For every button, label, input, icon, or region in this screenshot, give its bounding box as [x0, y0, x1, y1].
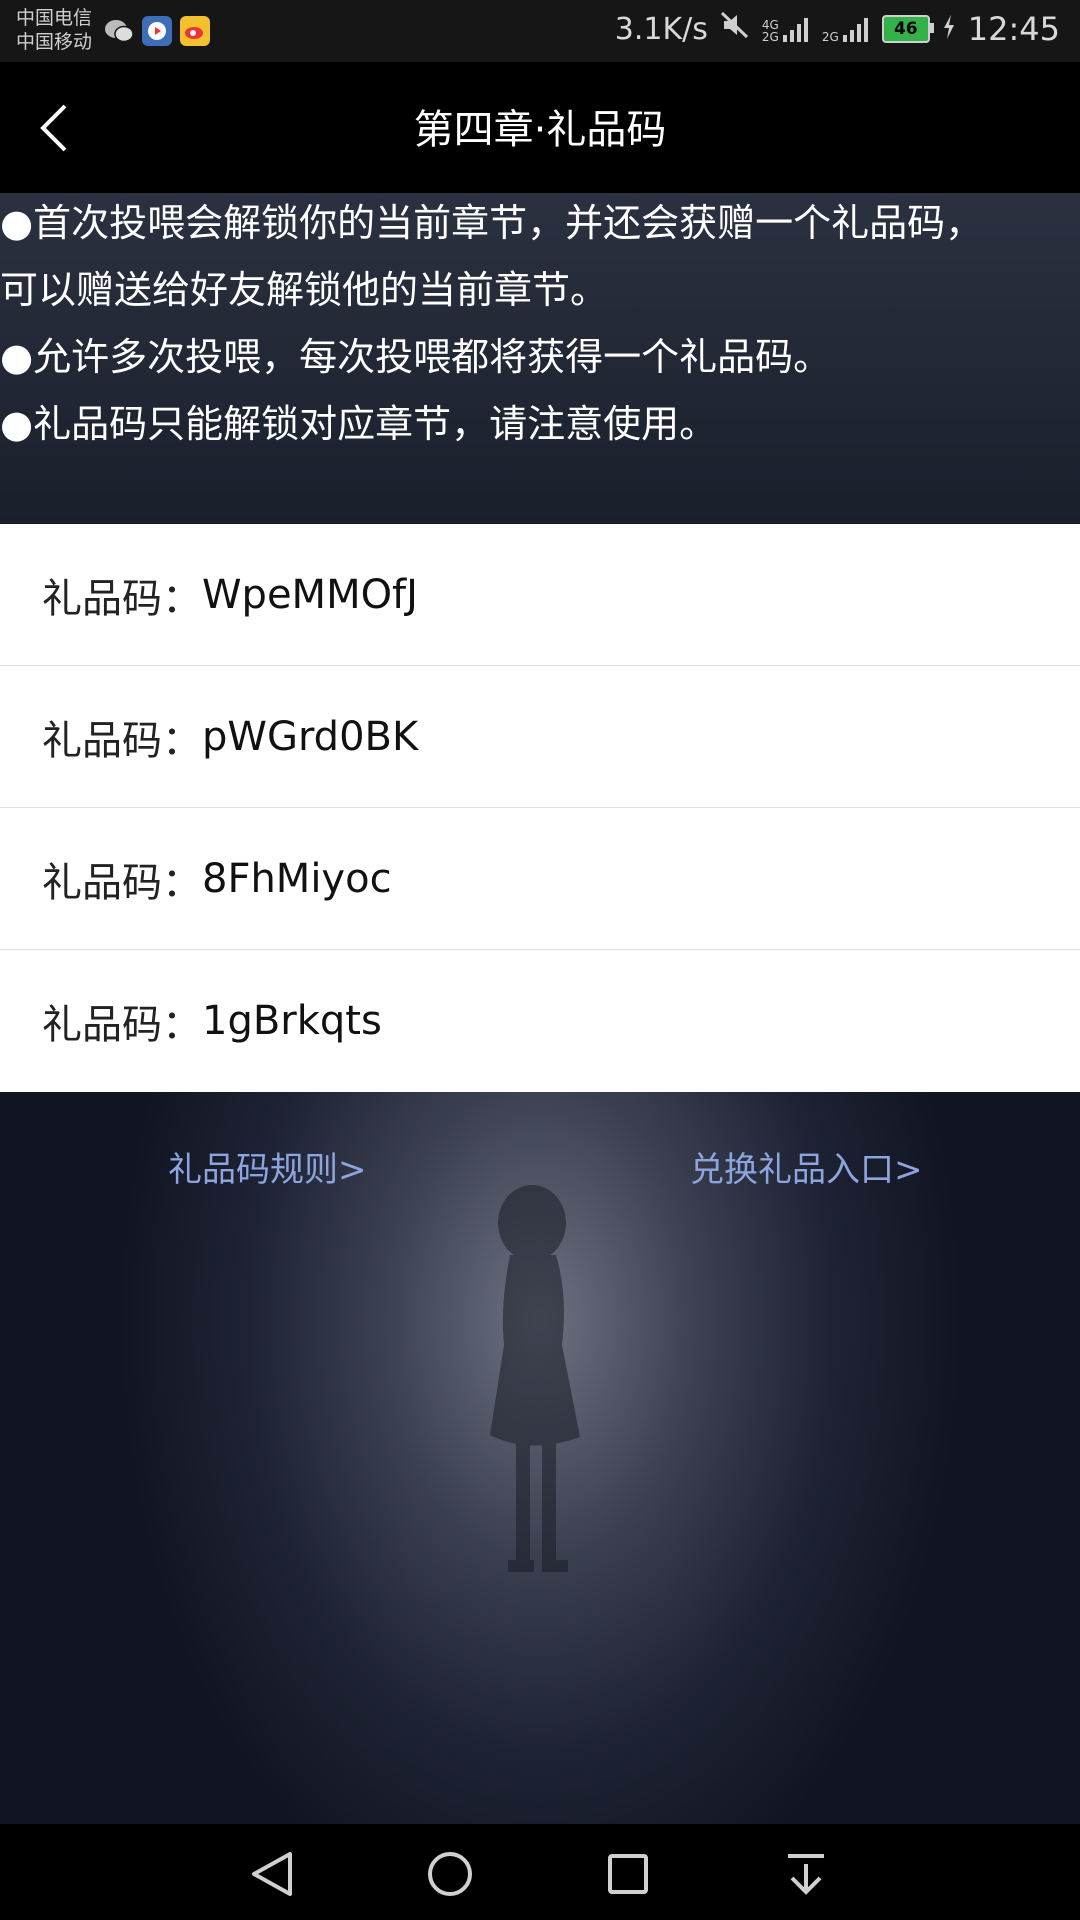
gift-code-row[interactable]: 礼品码： 8FhMiyoc [0, 808, 1080, 950]
carrier-2: 中国移动 [16, 31, 93, 53]
rules-list: ●首次投喂会解锁你的当前章节，并还会获赠一个礼品码，可以赠送给好友解锁他的当前章… [0, 190, 1040, 458]
signal-2-icon: 2G [822, 15, 870, 43]
redeem-gift-link[interactable]: 兑换礼品入口> [690, 1146, 923, 1194]
gift-code-value: WpeMMOfJ [202, 571, 418, 618]
triangle-back-icon [252, 1852, 292, 1896]
gift-code-label: 礼品码： [42, 1002, 202, 1048]
rule-item: ●允许多次投喂，每次投喂都将获得一个礼品码。 [0, 335, 832, 379]
page-title: 第四章·礼品码 [413, 107, 667, 153]
nav-recents-button[interactable] [598, 1844, 658, 1904]
clock: 12:45 [967, 10, 1060, 48]
net-speed: 3.1K/s [614, 11, 708, 47]
gift-code-value: 8FhMiyoc [202, 855, 392, 902]
mute-icon [720, 10, 750, 48]
signal-2-label: 2G [821, 30, 839, 44]
gift-code-label: 礼品码： [42, 859, 202, 906]
gift-code-row[interactable]: 礼品码： WpeMMOfJ [0, 524, 1080, 666]
gift-code-value: 1gBrkqts [202, 998, 382, 1044]
rule-item: ●首次投喂会解锁你的当前章节，并还会获赠一个礼品码，可以赠送给好友解锁他的当前章… [0, 201, 984, 312]
gift-code-row[interactable]: 礼品码： 1gBrkqts [0, 950, 1080, 1092]
system-nav-bar [0, 1824, 1080, 1920]
pull-down-icon [788, 1854, 824, 1895]
gift-code-label: 礼品码： [42, 575, 202, 622]
signal-1-icon: 4G 2G [762, 15, 810, 43]
notification-icons [104, 16, 210, 46]
weibo-icon [180, 16, 210, 46]
charging-icon [942, 10, 956, 48]
gift-code-row[interactable]: 礼品码： pWGrd0BK [0, 666, 1080, 808]
signal-1-label: 4G 2G [761, 18, 779, 44]
gift-code-rules-link[interactable]: 礼品码规则> [168, 1146, 367, 1194]
girl-silhouette-image [490, 1185, 580, 1572]
gift-code-value: pWGrd0BK [202, 713, 419, 760]
app-header: 第四章·礼品码 [0, 62, 1080, 193]
square-recents-icon [608, 1854, 648, 1894]
carrier-1: 中国电信 [16, 7, 93, 29]
carrier-labels: 中国电信 中国移动 [16, 6, 92, 54]
nav-home-button[interactable] [420, 1844, 480, 1904]
gift-code-list: 礼品码： WpeMMOfJ 礼品码： pWGrd0BK 礼品码： 8FhMiyo… [0, 524, 1080, 1092]
gift-code-label: 礼品码： [42, 717, 202, 764]
rule-item: ●礼品码只能解锁对应章节，请注意使用。 [0, 402, 718, 446]
nav-notifications-button[interactable] [776, 1844, 836, 1904]
circle-home-icon [428, 1852, 472, 1896]
nav-back-button[interactable] [242, 1844, 302, 1904]
battery-icon: 46 [881, 15, 934, 43]
video-app-icon [142, 16, 172, 46]
wechat-icon [104, 16, 134, 46]
status-bar: 中国电信 中国移动 3.1K/s 4G 2G 2G 46 12:45 [0, 0, 1080, 62]
status-right: 3.1K/s 4G 2G 2G 46 12:45 [615, 10, 1060, 48]
